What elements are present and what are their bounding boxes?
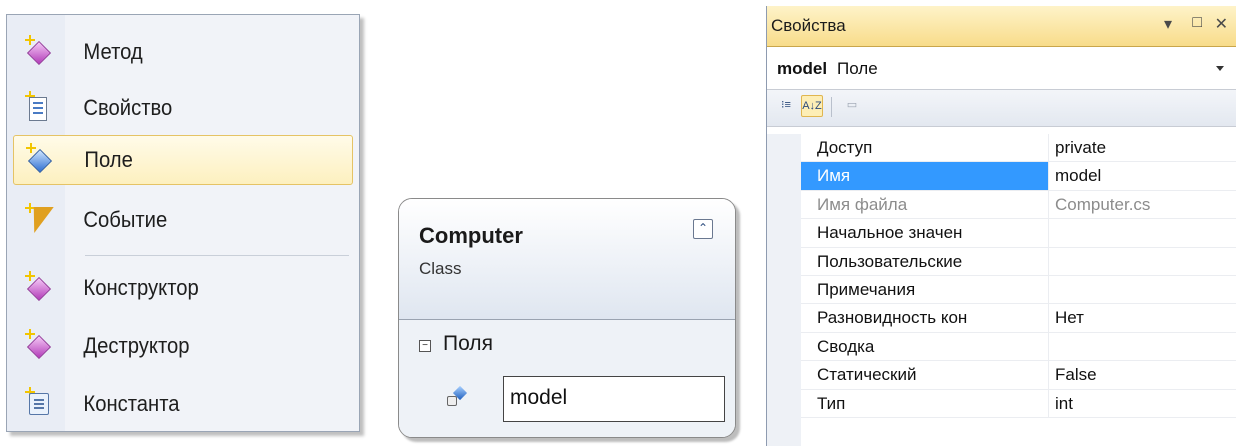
class-shape[interactable]: Computer Class ⌃ − Поля model xyxy=(398,198,736,438)
property-name: Имя xyxy=(801,162,1049,190)
property-name: Статический xyxy=(801,361,1049,389)
close-icon[interactable]: ✕ xyxy=(1215,14,1228,34)
properties-window: Свойства ▾ □ ✕ model Поле ⁝≡ A↓Z ▭ Досту… xyxy=(766,6,1236,446)
property-name: Тип xyxy=(801,389,1049,417)
class-kind: Class xyxy=(419,259,462,278)
menu-item-method[interactable]: Метод xyxy=(13,27,353,77)
property-name: Разновидность кон xyxy=(801,304,1049,332)
add-member-menu: Метод Свойство Поле Событие Конструктор … xyxy=(6,14,360,432)
property-grid: Доступ private Имя model Имя файла Compu… xyxy=(767,134,1236,446)
constant-icon xyxy=(13,379,65,429)
menu-item-event[interactable]: Событие xyxy=(13,195,353,245)
menu-item-constructor[interactable]: Конструктор xyxy=(13,263,353,313)
menu-item-constant[interactable]: Константа xyxy=(13,379,353,429)
alphabetical-sort-icon[interactable]: A↓Z xyxy=(801,95,823,117)
menu-item-field[interactable]: Поле xyxy=(13,135,353,185)
selected-object-kind: Поле xyxy=(837,59,878,78)
property-name: Доступ xyxy=(801,134,1049,162)
maximize-icon[interactable]: □ xyxy=(1192,14,1202,32)
property-value[interactable]: model xyxy=(1055,162,1101,190)
constructor-icon xyxy=(13,263,65,313)
menu-item-destructor[interactable]: Деструктор xyxy=(13,321,353,371)
collapse-section-icon[interactable]: − xyxy=(419,340,431,352)
menu-item-property[interactable]: Свойство xyxy=(13,83,353,133)
property-row[interactable]: Имя файла Computer.cs xyxy=(801,190,1236,220)
grid-gutter xyxy=(767,134,801,446)
event-icon xyxy=(13,195,65,245)
property-name: Имя файла xyxy=(801,190,1049,219)
menu-separator xyxy=(85,255,349,256)
object-selector[interactable]: model Поле xyxy=(767,47,1236,90)
field-name-input[interactable]: model xyxy=(503,376,725,422)
method-icon xyxy=(13,27,65,77)
menu-item-label: Константа xyxy=(83,391,180,416)
collapse-chevron-icon[interactable]: ⌃ xyxy=(693,219,713,239)
property-name: Примечания xyxy=(801,276,1049,304)
property-value[interactable]: False xyxy=(1055,361,1097,389)
property-icon xyxy=(13,83,65,133)
destructor-icon xyxy=(13,321,65,371)
menu-item-label: Событие xyxy=(83,207,168,232)
property-value[interactable]: private xyxy=(1055,134,1106,162)
properties-title: Свойства xyxy=(771,16,846,35)
menu-item-label: Метод xyxy=(83,39,143,64)
property-row[interactable]: Сводка xyxy=(801,332,1236,362)
property-row[interactable]: Пользовательские xyxy=(801,247,1236,276)
field-icon xyxy=(14,135,66,185)
properties-toolbar: ⁝≡ A↓Z ▭ xyxy=(767,90,1236,127)
property-name: Пользовательские xyxy=(801,247,1049,275)
categorized-icon[interactable]: ⁝≡ xyxy=(775,95,797,117)
fields-section-label: Поля xyxy=(443,332,493,355)
menu-item-label: Свойство xyxy=(83,95,173,120)
selected-object-name: model xyxy=(777,59,828,78)
menu-item-label: Конструктор xyxy=(83,275,199,300)
private-field-icon xyxy=(447,388,467,406)
property-name: Начальное значен xyxy=(801,219,1049,247)
property-value[interactable]: Нет xyxy=(1055,304,1084,332)
property-value[interactable]: int xyxy=(1055,390,1073,418)
toolbar-separator xyxy=(831,97,832,117)
class-header: Computer Class ⌃ xyxy=(399,199,735,320)
property-row[interactable]: Доступ private xyxy=(801,134,1236,163)
property-row[interactable]: Примечания xyxy=(801,276,1236,305)
property-value: Computer.cs xyxy=(1055,194,1151,214)
property-row[interactable]: Тип int xyxy=(801,389,1236,418)
property-row[interactable]: Статический False xyxy=(801,361,1236,390)
class-compartments: − Поля model xyxy=(399,320,735,437)
property-pages-icon[interactable]: ▭ xyxy=(841,95,863,117)
property-row[interactable]: Имя model xyxy=(801,162,1236,191)
property-row[interactable]: Разновидность кон Нет xyxy=(801,304,1236,333)
chevron-down-icon[interactable] xyxy=(1216,66,1224,71)
property-name: Сводка xyxy=(801,332,1049,361)
class-name: Computer xyxy=(419,223,523,248)
window-position-dropdown-icon[interactable]: ▾ xyxy=(1164,14,1172,34)
properties-title-bar: Свойства ▾ □ ✕ xyxy=(767,6,1236,47)
property-row[interactable]: Начальное значен xyxy=(801,219,1236,248)
menu-item-label: Поле xyxy=(84,147,133,172)
menu-item-label: Деструктор xyxy=(83,333,190,358)
